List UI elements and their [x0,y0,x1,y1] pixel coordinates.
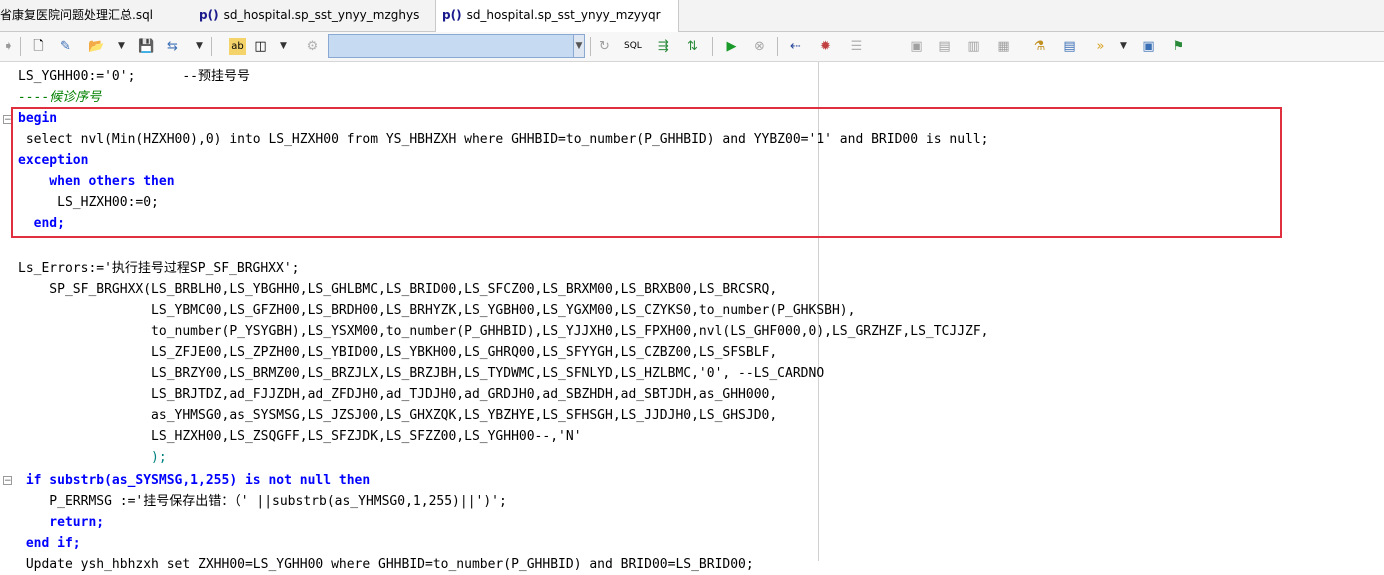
chevron-down-icon[interactable]: ▼ [573,34,585,58]
procedure-icon: p() [442,8,462,22]
code-format-icon[interactable]: ab [229,38,246,55]
code-line: end if; [18,536,81,551]
code-line: Update ysh_hbhzxh set ZXHH00=LS_YGHH00 w… [18,557,754,572]
tab-procedure-mzghys[interactable]: p() sd_hospital.sp_sst_ynyy_mzghys [193,0,433,31]
history-icon[interactable]: ⇶ [655,38,672,55]
code-line: LS_YGHH00:='0'; --预挂号号 [18,69,251,84]
code-line: as_YHMSG0,as_SYSMSG,LS_JZSJ00,LS_GHXZQK,… [18,408,778,423]
tab-label: 省康复医院问题处理汇总.sql [0,8,154,22]
tab-procedure-mzyyqr[interactable]: p() sd_hospital.sp_sst_ynyy_mzyyqr [435,0,679,32]
forward-icon[interactable]: » [1092,38,1109,55]
sort-icon[interactable]: ⚗ [1031,38,1048,55]
refresh-icon[interactable]: ↻ [596,38,613,55]
chevron-down-icon[interactable]: ▼ [280,41,287,51]
procedure-icon: p() [199,8,219,22]
compile-icon[interactable]: ▣ [908,38,925,55]
editor-tab-bar: 省康复医院问题处理汇总.sql p() sd_hospital.sp_sst_yn… [0,0,1384,32]
highlight-box [11,107,1282,238]
code-line: LS_YBMC00,LS_GFZH00,LS_BRDH00,LS_BRHYZK,… [18,303,856,318]
explain-icon[interactable]: ⇅ [684,38,701,55]
sql-icon[interactable]: SQL [624,38,642,55]
code-line: SP_SF_BRGHXX(LS_BRBLH0,LS_YBGHH0,LS_GHLB… [18,282,778,297]
code-line: P_ERRMSG :='挂号保存出错：（' ||substrb(as_YHMSG… [18,494,507,509]
code-line: ----候诊序号 [18,90,102,105]
replace-icon[interactable]: ▥ [965,38,982,55]
toolbar: ➧ 🗋 ✎ 📂 ▼ 💾 ⇆ ▼ ab ◫ ▼ ⚙ ↻ SQL ⇶ ⇅ ▶ ⊗ ⇠… [0,32,1384,62]
code-line: ); [18,450,167,465]
debug-icon[interactable]: ✹ [817,38,834,55]
new-file-icon[interactable]: 🗋 [30,38,47,55]
back-arrow-icon[interactable]: ➧ [0,38,17,55]
stop-icon[interactable]: ⊗ [751,38,768,55]
find-icon[interactable]: ▤ [936,38,953,55]
code-line: if substrb(as_SYSMSG,1,255) is not null … [18,473,371,488]
comment-icon[interactable]: ⇠ [787,38,804,55]
tab-label: sd_hospital.sp_sst_ynyy_mzghys [223,8,420,22]
open-wizard-icon[interactable]: ✎ [57,38,74,55]
fold-toggle-icon[interactable]: − [3,476,12,486]
outline-icon[interactable]: ▤ [1061,38,1078,55]
chevron-down-icon[interactable]: ▼ [196,41,203,51]
save-options-icon[interactable]: ⇆ [164,38,181,55]
chevron-down-icon[interactable]: ▼ [118,41,125,51]
object-combo-input[interactable] [328,34,584,58]
report-icon[interactable]: ▣ [1140,38,1157,55]
code-line: LS_ZFJE00,LS_ZPZH00,LS_YBID00,LS_YBKH00,… [18,345,778,360]
run-icon[interactable]: ▶ [723,38,740,55]
save-icon[interactable]: 💾 [138,38,155,55]
code-line: LS_BRJTDZ,ad_FJJZDH,ad_ZFDJH0,ad_TJDJH0,… [18,387,778,402]
tab-label: sd_hospital.sp_sst_ynyy_mzyyqr [466,8,661,22]
code-line: LS_HZXH00,LS_ZSQGFF,LS_SFZJDK,LS_SFZZ00,… [18,429,582,444]
code-line: LS_BRZY00,LS_BRMZ00,LS_BRZJLX,LS_BRZJBH,… [18,366,825,381]
code-line: to_number(P_YSYGBH),LS_YSXM00,to_number(… [18,324,989,339]
chevron-down-icon[interactable]: ▼ [1120,41,1127,51]
open-folder-icon[interactable]: 📂 [88,38,105,55]
compare-icon[interactable]: ▦ [995,38,1012,55]
list-icon[interactable]: ☰ [848,38,865,55]
tab-sql-file[interactable]: 省康复医院问题处理汇总.sql [0,0,190,31]
gear-disabled-icon[interactable]: ⚙ [304,38,321,55]
code-line: Ls_Errors:='执行挂号过程SP_SF_BRGHXX'; [18,261,300,276]
code-line: return; [18,515,105,530]
extra-icon[interactable]: ⚑ [1170,38,1187,55]
window-layout-icon[interactable]: ◫ [252,38,269,55]
